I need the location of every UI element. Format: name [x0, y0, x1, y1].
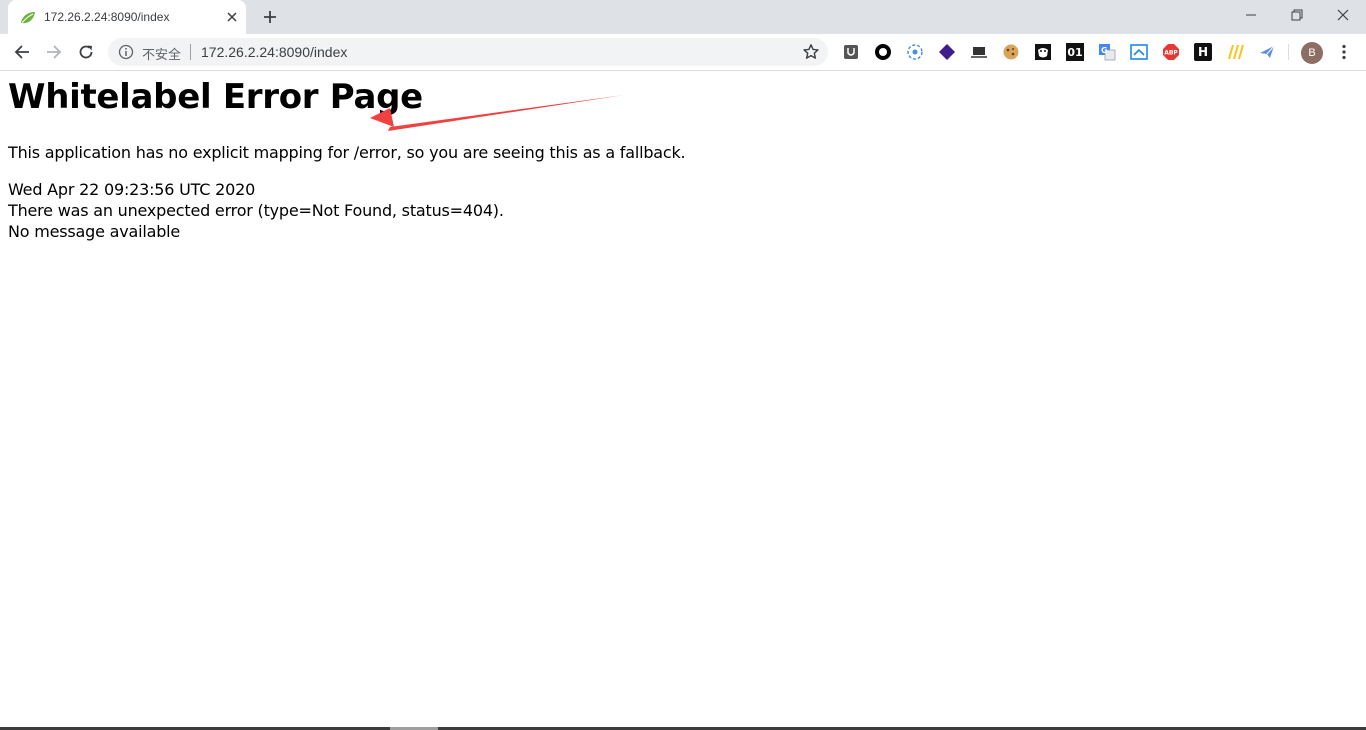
error-message-line: No message available — [8, 222, 181, 241]
binary-extension-icon[interactable]: 01 — [1066, 43, 1084, 61]
back-arrow-icon[interactable] — [8, 38, 36, 66]
new-tab-button[interactable] — [258, 6, 282, 28]
mask-extension-icon[interactable] — [1034, 43, 1052, 61]
circle-extension-icon[interactable] — [874, 43, 892, 61]
svg-text:G: G — [1101, 46, 1108, 55]
shield-extension-icon[interactable] — [842, 43, 860, 61]
toolbar-divider — [1288, 44, 1289, 60]
bird-extension-icon[interactable] — [1258, 43, 1276, 61]
info-icon[interactable] — [118, 44, 134, 60]
translate-extension-icon[interactable]: G — [1098, 43, 1116, 61]
stripes-extension-icon[interactable] — [1226, 43, 1244, 61]
page-content: Whitelabel Error Page This application h… — [0, 71, 1366, 728]
url-text[interactable]: 172.26.2.24:8090/index — [201, 44, 347, 60]
screenshot-extension-icon[interactable] — [1130, 43, 1148, 61]
error-status-line: There was an unexpected error (type=Not … — [8, 201, 504, 220]
error-description: This application has no explicit mapping… — [8, 143, 686, 162]
cookie-extension-icon[interactable] — [1002, 43, 1020, 61]
globe-extension-icon[interactable] — [906, 43, 924, 61]
profile-avatar[interactable]: B — [1301, 42, 1323, 64]
reload-icon[interactable] — [72, 38, 100, 66]
active-tab[interactable]: 172.26.2.24:8090/index — [8, 0, 246, 34]
security-status-label[interactable]: 不安全 — [142, 44, 181, 63]
address-bar[interactable]: 不安全 172.26.2.24:8090/index — [108, 38, 828, 66]
restore-window-icon[interactable] — [1274, 0, 1320, 30]
h-extension-icon[interactable]: H — [1194, 43, 1212, 61]
address-separator — [190, 44, 191, 60]
laptop-extension-icon[interactable] — [970, 43, 988, 61]
annotation-arrow-icon — [370, 95, 624, 131]
adblock-extension-icon[interactable]: ABP — [1162, 43, 1180, 61]
error-timestamp: Wed Apr 22 09:23:56 UTC 2020 — [8, 180, 256, 199]
minimize-window-icon[interactable] — [1228, 0, 1274, 30]
close-tab-icon[interactable] — [222, 7, 242, 27]
tab-strip: 172.26.2.24:8090/index — [0, 0, 1366, 34]
forward-arrow-icon[interactable] — [40, 38, 68, 66]
adblock-label: ABP — [1164, 50, 1178, 57]
close-window-icon[interactable] — [1320, 0, 1366, 30]
kebab-menu-icon[interactable] — [1335, 43, 1353, 61]
tab-title: 172.26.2.24:8090/index — [44, 10, 170, 24]
diamond-extension-icon[interactable] — [938, 43, 956, 61]
bookmark-star-icon[interactable] — [802, 43, 820, 61]
spring-leaf-icon — [20, 10, 36, 24]
